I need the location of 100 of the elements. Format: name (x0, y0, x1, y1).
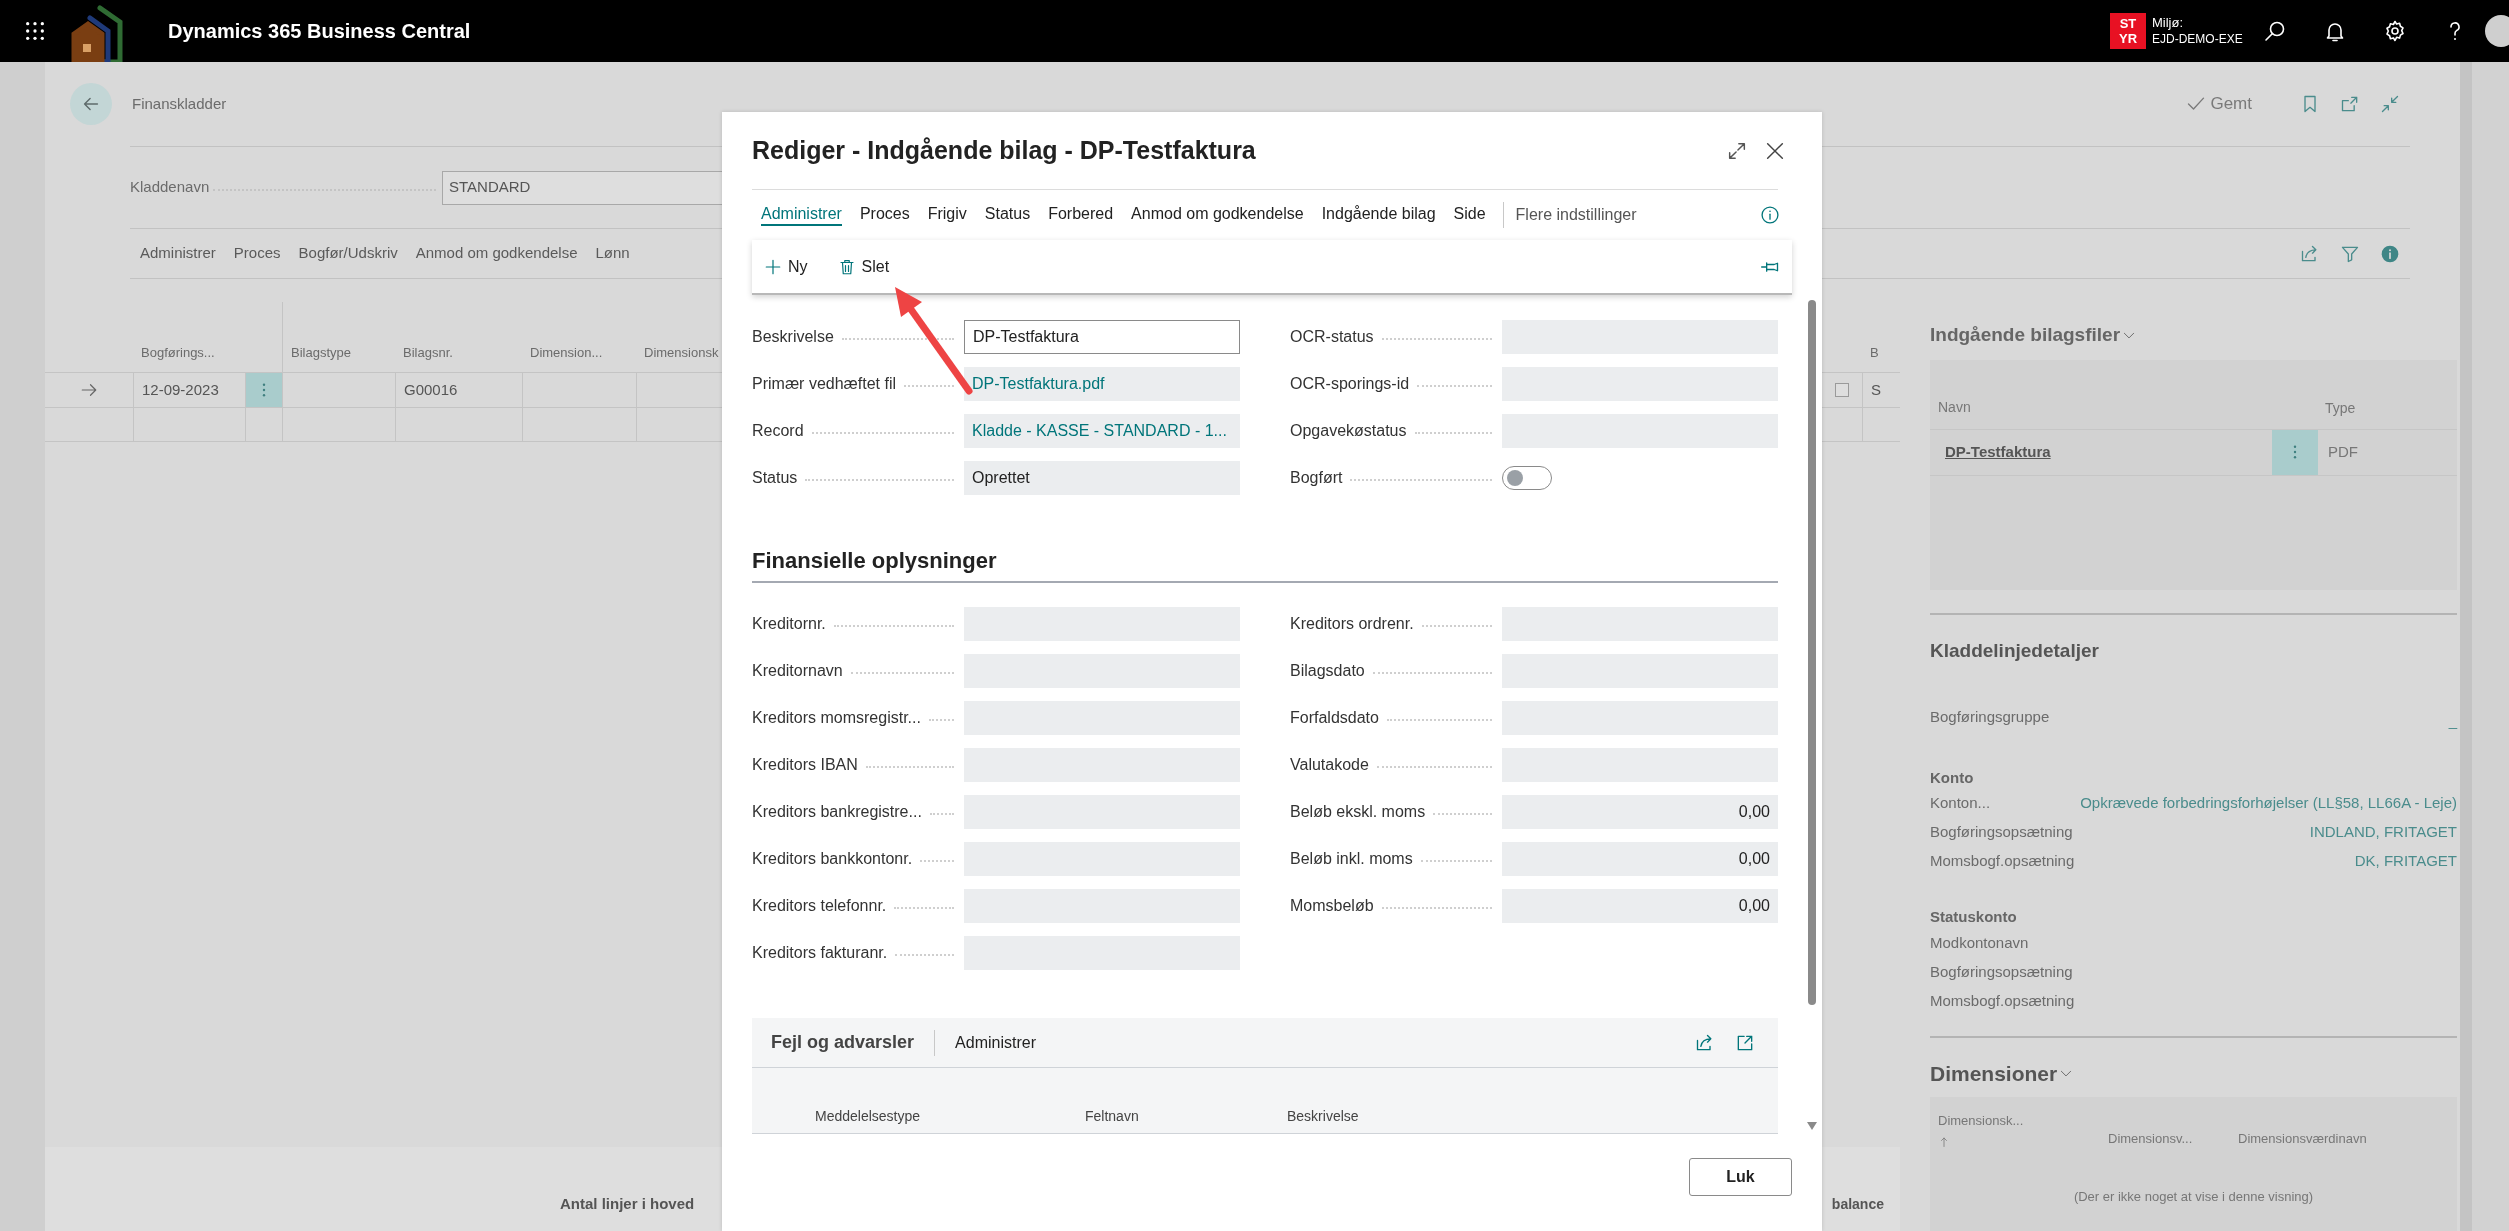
field-label: Kreditors momsregistr... (752, 708, 921, 728)
field-label: Bilagsdato (1290, 661, 1365, 681)
leader-line (1420, 860, 1492, 862)
action-button[interactable]: Slet (837, 254, 890, 279)
field-label: OCR-status (1290, 327, 1374, 347)
field-label: Kreditors IBAN (752, 755, 858, 775)
column-header[interactable]: Bogførings... (141, 342, 215, 362)
field-label: Beløb inkl. moms (1290, 849, 1413, 869)
scrollbar-thumb[interactable] (1808, 300, 1816, 1005)
column-header[interactable]: Dimensionsk (644, 342, 719, 362)
link-field[interactable]: DP-Testfaktura.pdf (964, 367, 1240, 401)
amount-field[interactable]: 0,00 (1502, 842, 1778, 876)
link-field[interactable]: Kladde - KASSE - STANDARD - 1... (964, 414, 1240, 448)
column-header[interactable]: B (1870, 342, 1879, 362)
group-heading: Konto (1930, 767, 1975, 788)
info-icon[interactable] (1760, 205, 1780, 225)
field-label: Kreditors bankkontonr. (752, 849, 913, 869)
environment-badge: ST YR (2110, 13, 2146, 49)
field-value-link[interactable]: DK, FRITAGET (2354, 850, 2457, 873)
field-label: Kreditors ordrenr. (1290, 614, 1414, 634)
avatar[interactable] (2485, 15, 2509, 47)
field-label: Momsbogf.opsætning (1930, 851, 2075, 872)
info-icon[interactable] (2380, 243, 2400, 264)
action-button[interactable]: Ny (764, 254, 808, 279)
field-label: Bogføringsgruppe (1930, 707, 2050, 727)
close-button[interactable]: Luk (1689, 1158, 1792, 1196)
field-label: OCR-sporings-id (1290, 374, 1410, 394)
row-indicator-arrow-icon (80, 381, 98, 399)
field-value-link[interactable]: INDLAND, FRITAGET (2309, 821, 2457, 844)
field-label: Kreditornr. (752, 614, 826, 634)
dialog-title: Rediger - Indgående bilag - DP-Testfaktura (752, 134, 1256, 166)
tab[interactable]: Anmod om godkendelse (1124, 202, 1311, 228)
tab[interactable]: Indgående bilag (1314, 202, 1443, 228)
open-in-new-window-icon[interactable] (2340, 94, 2360, 114)
column-header[interactable]: Meddelelsestype (815, 1106, 1085, 1127)
table-cell-text: PDF (2327, 441, 2358, 462)
tab[interactable]: Frigiv (920, 202, 974, 228)
column-header[interactable]: Navn (1938, 398, 1971, 415)
action-tab[interactable]: Administrer (138, 242, 218, 265)
action-tab[interactable]: Proces (231, 242, 283, 265)
amount-field[interactable]: 0,00 (1502, 795, 1778, 829)
environment-name: EJD-DEMO-EXE (2152, 31, 2244, 48)
tab[interactable]: Status (977, 202, 1038, 228)
plus-icon (764, 257, 782, 276)
breadcrumb[interactable]: Finanskladder (132, 92, 227, 116)
column-header[interactable]: Bilagstype (291, 342, 351, 362)
leader-line (920, 860, 954, 862)
column-header[interactable]: Beskrivelse (1287, 1106, 1359, 1127)
empty-message: (Der er ikke noget at vise i denne visning) (2072, 1187, 2315, 1206)
column-header[interactable]: Dimensionsk... (1938, 1111, 2108, 1131)
field-label: Modkontonavn (1930, 932, 2029, 953)
action-tab[interactable]: Anmod om godkendelse (413, 242, 580, 265)
leader-line (928, 719, 954, 721)
trash-icon (837, 257, 856, 276)
checkbox[interactable] (1835, 383, 1849, 397)
action-tab[interactable]: Lønn (593, 242, 632, 265)
more-options-tab[interactable]: Flere indstillinger (1511, 203, 1641, 227)
group-heading: Statuskonto (1930, 907, 2018, 927)
settings-icon[interactable] (2383, 19, 2407, 43)
file-link[interactable]: DP-Testfaktura (1945, 440, 2051, 464)
action-tab[interactable]: Administrer (955, 1030, 1036, 1055)
scroll-down-icon[interactable] (1807, 1122, 1817, 1130)
panel-title: Fejl og advarsler (771, 1031, 915, 1054)
field-label: Status (752, 468, 798, 488)
amount-field[interactable]: 0,00 (1502, 889, 1778, 923)
table-cell: S (1862, 373, 1900, 407)
save-status: Gemt (2210, 93, 2252, 116)
text-field[interactable]: Oprettet (964, 461, 1240, 495)
tab[interactable]: Side (1446, 202, 1493, 228)
scrollbar[interactable] (2460, 62, 2472, 1231)
tab[interactable]: Administrer (754, 202, 849, 228)
column-header[interactable]: Dimensionsværdinavn (2238, 1129, 2367, 1149)
column-header[interactable]: Feltnavn (1085, 1106, 1287, 1127)
tab[interactable]: Forbered (1041, 202, 1121, 228)
field-label: Bogført (1290, 468, 1343, 488)
back-button[interactable] (70, 83, 112, 125)
search-icon[interactable] (2263, 19, 2287, 43)
action-tab[interactable]: Bogfør/Udskriv (296, 242, 400, 265)
toggle-switch[interactable] (1502, 466, 1552, 490)
section-title[interactable]: Finansielle oplysninger (752, 547, 1778, 583)
leader-line (895, 954, 954, 956)
field-value-link[interactable]: Opkrævede forbedringsforhøjelser (LL§58, LL66A - Leje) (2080, 792, 2457, 815)
column-header[interactable]: Dimensionsv... (2108, 1129, 2238, 1149)
field-label: Beløb ekskl. moms (1290, 802, 1426, 822)
section-title[interactable]: Dimensioner (1930, 1057, 2058, 1089)
app-launcher-icon[interactable] (24, 20, 46, 42)
field-label: Opgavekøstatus (1290, 421, 1407, 441)
column-header[interactable]: Type (2325, 397, 2356, 419)
collapse-icon[interactable] (2380, 94, 2400, 114)
text-field[interactable]: DP-Testfaktura (964, 320, 1240, 354)
column-header[interactable]: Bilagsnr. (403, 342, 453, 362)
column-header[interactable]: Dimension... (530, 342, 603, 362)
summary-label: Antal linjer i hoved (560, 1193, 695, 1214)
field-value[interactable]: _ (2448, 710, 2457, 733)
field-label: Valutakode (1290, 755, 1369, 775)
table-cell: G00016 (395, 373, 522, 407)
section-title[interactable]: Indgående bilagsfiler (1930, 321, 2121, 350)
tab[interactable]: Proces (852, 202, 917, 228)
field-label: Bogføringsopsætning (1930, 822, 2073, 843)
leader-line (894, 907, 954, 909)
